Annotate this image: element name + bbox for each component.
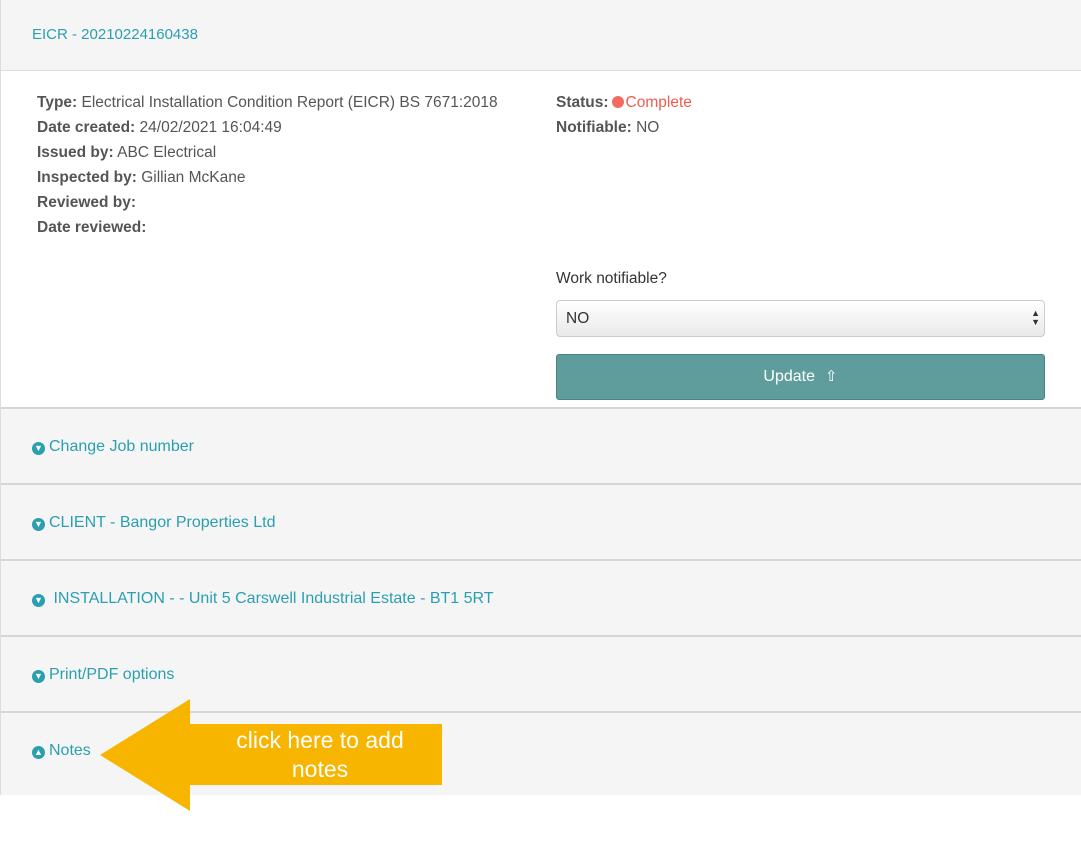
change-job-number-label: Change Job number (49, 438, 194, 455)
type-label: Type: (37, 94, 78, 111)
installation-link[interactable]: ▼ INSTALLATION - - Unit 5 Carswell Indus… (32, 590, 494, 608)
inspected-by-row: Inspected by: Gillian McKane (37, 165, 498, 190)
status-label: Status: (556, 94, 609, 111)
print-pdf-label: Print/PDF options (49, 666, 175, 683)
section-client[interactable]: ▼ CLIENT - Bangor Properties Ltd (1, 485, 1081, 561)
notifiable-value: NO (636, 119, 660, 136)
client-link[interactable]: ▼ CLIENT - Bangor Properties Ltd (32, 514, 275, 532)
status-dot-icon (611, 96, 624, 108)
section-installation[interactable]: ▼ INSTALLATION - - Unit 5 Carswell Indus… (1, 561, 1081, 637)
date-created-value: 24/02/2021 16:04:49 (139, 119, 282, 136)
circle-arrow-down-icon: ▼ (32, 442, 45, 455)
inspected-by-value: Gillian McKane (141, 169, 246, 186)
date-created-label: Date created: (37, 119, 136, 136)
panel-heading: EICR - 20210224160438 (1, 0, 1081, 71)
circle-arrow-up-icon: ▲ (32, 746, 45, 759)
print-pdf-link[interactable]: ▼ Print/PDF options (32, 666, 174, 684)
report-details: Type: Electrical Installation Condition … (1, 71, 1081, 409)
notes-label: Notes (49, 742, 91, 759)
work-notifiable-selected: NO (566, 310, 590, 327)
issued-by-value: ABC Electrical (117, 144, 217, 161)
upload-arrow-icon: ⇧ (825, 368, 838, 385)
notes-link[interactable]: ▲ Notes (32, 742, 91, 760)
reviewed-by-row: Reviewed by: (37, 190, 498, 215)
select-arrows-icon: ▲ ▼ (1031, 308, 1040, 327)
work-notifiable-select[interactable]: NO ▲ ▼ (556, 300, 1045, 337)
callout-text: click here to add notes (236, 727, 404, 782)
circle-arrow-down-icon: ▼ (32, 594, 45, 607)
reviewed-by-label: Reviewed by: (37, 194, 137, 211)
notifiable-row: Notifiable: NO (556, 115, 692, 140)
change-job-number-link[interactable]: ▼ Change Job number (32, 438, 194, 456)
notifiable-label: Notifiable: (556, 119, 632, 136)
details-right-column: Status: Complete Notifiable: NO (556, 90, 692, 140)
circle-arrow-down-icon: ▼ (32, 518, 45, 531)
type-value: Electrical Installation Condition Report… (81, 94, 498, 111)
work-notifiable-label: Work notifiable? (556, 270, 667, 287)
details-left-column: Type: Electrical Installation Condition … (37, 90, 498, 240)
date-reviewed-row: Date reviewed: (37, 215, 498, 240)
inspected-by-label: Inspected by: (37, 169, 137, 186)
type-row: Type: Electrical Installation Condition … (37, 90, 498, 115)
section-change-job-number[interactable]: ▼ Change Job number (1, 409, 1081, 485)
installation-label: INSTALLATION - - Unit 5 Carswell Industr… (49, 590, 494, 607)
report-panel: EICR - 20210224160438 Type: Electrical I… (0, 0, 1081, 795)
status-row: Status: Complete (556, 90, 692, 115)
report-title-link[interactable]: EICR - 20210224160438 (32, 26, 198, 43)
issued-by-row: Issued by: ABC Electrical (37, 140, 498, 165)
update-button[interactable]: Update ⇧ (556, 354, 1045, 400)
circle-arrow-down-icon: ▼ (32, 670, 45, 683)
update-button-label: Update (763, 368, 815, 385)
date-created-row: Date created: 24/02/2021 16:04:49 (37, 115, 498, 140)
client-label: CLIENT - Bangor Properties Ltd (49, 514, 276, 531)
status-value: Complete (625, 94, 692, 111)
date-reviewed-label: Date reviewed: (37, 219, 147, 236)
issued-by-label: Issued by: (37, 144, 114, 161)
